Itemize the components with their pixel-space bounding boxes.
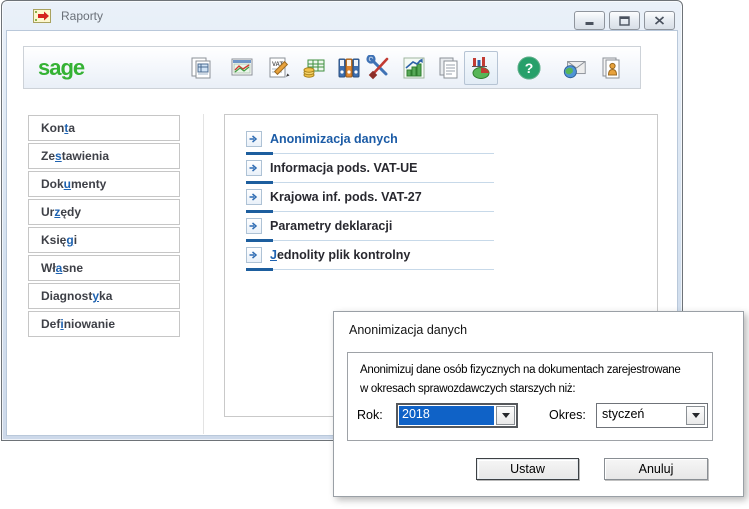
label-part: niowanie xyxy=(64,317,115,331)
maximize-icon xyxy=(619,16,630,26)
sidebar-item-konta[interactable]: Konta xyxy=(28,115,180,141)
arrow-right-icon xyxy=(246,160,262,176)
label-part: Def xyxy=(41,317,60,331)
sage-logo: sage xyxy=(38,55,84,81)
label-part: menty xyxy=(71,177,106,191)
anonimizacja-danych-dialog: Anonimizacja danych Anonimizuj dane osób… xyxy=(333,311,744,497)
report-item-label: Krajowa inf. pods. VAT-27 xyxy=(270,190,422,204)
binders-icon[interactable] xyxy=(336,55,362,81)
tools-icon[interactable] xyxy=(366,55,392,81)
arrow-right-icon xyxy=(246,189,262,205)
divider xyxy=(246,239,494,242)
rok-combobox[interactable]: 2018 xyxy=(396,403,518,428)
label-part: Ur xyxy=(41,205,54,219)
report-item-parametry-deklaracji[interactable]: Parametry deklaracji xyxy=(246,215,494,244)
person-report-icon[interactable] xyxy=(598,55,624,81)
label-part: a xyxy=(68,121,75,135)
chart-window-icon[interactable] xyxy=(229,55,255,81)
copy-documents-icon[interactable] xyxy=(436,55,462,81)
divider xyxy=(246,181,494,184)
toolbar: sage xyxy=(23,46,641,89)
report-item-label: Informacja pods. VAT-UE xyxy=(270,161,417,175)
window-title: Raporty xyxy=(61,9,103,23)
report-documents-icon[interactable] xyxy=(188,55,214,81)
label-accel: g xyxy=(66,233,73,247)
report-item-jednolity-plik-kontrolny[interactable]: Jednolity plik kontrolny xyxy=(246,244,494,273)
sidebar-item-ksiegi[interactable]: Księgi xyxy=(28,227,180,253)
rok-dropdown-button[interactable] xyxy=(496,406,515,425)
rok-value: 2018 xyxy=(399,406,494,425)
label-part: Księ xyxy=(41,233,66,247)
rok-label: Rok: xyxy=(357,408,383,422)
screen: Raporty sage xyxy=(0,0,749,509)
label-part: ka xyxy=(99,289,112,303)
label-part: Kon xyxy=(41,121,64,135)
minimize-icon xyxy=(584,15,595,26)
divider xyxy=(246,152,494,155)
report-item-label: Parametry deklaracji xyxy=(270,219,392,233)
label-part: Dok xyxy=(41,177,64,191)
dialog-description-line2: w okresach sprawozdawczych starszych niż… xyxy=(360,380,700,399)
help-icon[interactable]: ? xyxy=(516,55,542,81)
title-bar[interactable]: Raporty xyxy=(3,2,681,30)
charts-report-icon[interactable] xyxy=(464,51,498,85)
report-item-anonimizacja-danych[interactable]: Anonimizacja danych xyxy=(246,128,494,157)
sidebar-item-definiowanie[interactable]: Definiowanie xyxy=(28,311,180,337)
send-report-icon[interactable] xyxy=(562,55,588,81)
svg-text:?: ? xyxy=(525,60,534,76)
report-arrow-icon xyxy=(33,9,51,23)
divider xyxy=(246,210,494,213)
chevron-down-icon xyxy=(502,413,510,418)
okres-label: Okres: xyxy=(549,408,586,422)
sidebar-item-urzedy[interactable]: Urzędy xyxy=(28,199,180,225)
label-part: ędy xyxy=(60,205,81,219)
divider xyxy=(246,268,494,271)
dialog-description-line1: Anonimizuj dane osób fizycznych na dokum… xyxy=(360,361,700,380)
label-part: Diagnost xyxy=(41,289,92,303)
label-part: i xyxy=(74,233,77,247)
arrow-right-icon xyxy=(246,218,262,234)
maximize-button[interactable] xyxy=(609,11,640,30)
divider xyxy=(203,114,204,434)
ustaw-button[interactable]: Ustaw xyxy=(476,458,579,480)
dialog-title: Anonimizacja danych xyxy=(349,323,467,337)
close-icon xyxy=(654,16,665,25)
minimize-button[interactable] xyxy=(574,11,605,30)
arrow-right-icon xyxy=(246,131,262,147)
okres-dropdown-button[interactable] xyxy=(686,406,705,425)
label-accel: u xyxy=(64,177,71,191)
sidebar-item-diagnostyka[interactable]: Diagnostyka xyxy=(28,283,180,309)
window-controls xyxy=(574,11,675,30)
label-part: Wł xyxy=(41,261,56,275)
sidebar-item-zestawienia[interactable]: Zestawienia xyxy=(28,143,180,169)
report-item-label: Anonimizacja danych xyxy=(270,132,398,146)
arrow-right-icon xyxy=(246,247,262,263)
growth-chart-icon[interactable] xyxy=(401,55,427,81)
label-accel: s xyxy=(55,149,62,163)
sidebar-item-wlasne[interactable]: Własne xyxy=(28,255,180,281)
report-item-label: Jednolity plik kontrolny xyxy=(270,248,410,262)
chevron-down-icon xyxy=(692,413,700,418)
vat-register-icon[interactable]: VAT xyxy=(266,55,292,81)
okres-combobox[interactable]: styczeń xyxy=(596,403,708,428)
label-part: Ze xyxy=(41,149,55,163)
label-part: tawienia xyxy=(62,149,109,163)
okres-value: styczeń xyxy=(599,406,684,425)
close-button[interactable] xyxy=(644,11,675,30)
label-part: sne xyxy=(62,261,83,275)
sidebar-item-dokumenty[interactable]: Dokumenty xyxy=(28,171,180,197)
report-item-informacja-vat-ue[interactable]: Informacja pods. VAT-UE xyxy=(246,157,494,186)
money-table-icon[interactable] xyxy=(301,55,327,81)
report-item-krajowa-vat-27[interactable]: Krajowa inf. pods. VAT-27 xyxy=(246,186,494,215)
anuluj-button[interactable]: Anuluj xyxy=(604,458,708,480)
